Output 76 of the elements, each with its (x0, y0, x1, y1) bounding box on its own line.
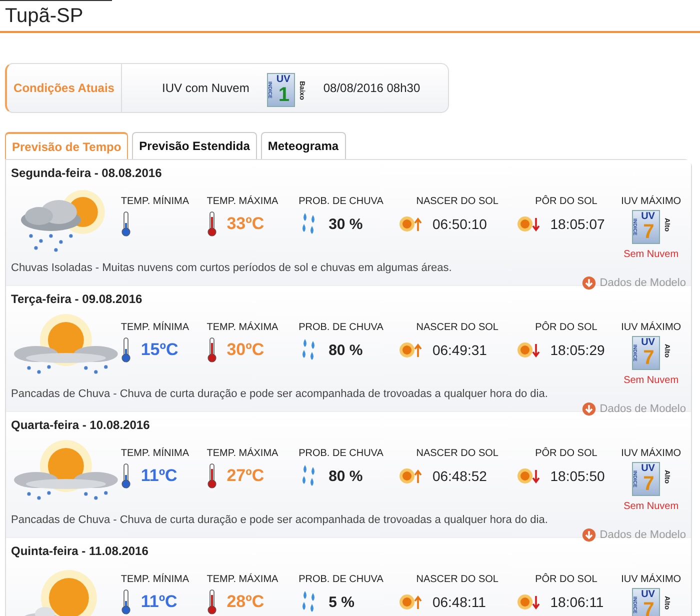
thermometer-icon (120, 211, 131, 237)
stat-value: 28ºC (226, 592, 264, 612)
day-date: Segunda-feira - 08.08.2016 (11, 166, 163, 180)
stat-label: TEMP. MÁXIMA (206, 448, 280, 459)
stat-label: PROB. DE CHUVA (298, 322, 384, 333)
stat-value: 5 % (328, 594, 354, 610)
stat-label: TEMP. MÍNIMA (120, 196, 190, 207)
thermometer-icon (206, 463, 217, 489)
stat-label: IUV MÁXIMO (621, 574, 682, 585)
thermometer-icon (206, 337, 217, 363)
stat-value: 80 % (328, 342, 363, 358)
uv-label: IUV com Nuvem (162, 81, 250, 95)
thermometer-icon (206, 589, 217, 615)
sunrise-icon (398, 467, 422, 485)
day-date: Terça-feira - 09.08.2016 (11, 292, 144, 306)
stat-value: 18:05:07 (550, 216, 605, 232)
stat-label: TEMP. MÁXIMA (206, 196, 280, 207)
stat-value: 06:48:52 (432, 468, 487, 484)
stat-value: 18:05:50 (550, 468, 605, 484)
stat-value: 30ºC (226, 340, 264, 360)
thermometer-icon (120, 337, 131, 363)
stat-value: 18:06:11 (550, 594, 604, 610)
forecast-description: Pancadas de Chuva - Chuva de curta duração e pode ser acompanhada de trovoadas a qualquer hora do dia. (11, 388, 549, 400)
stat-label: PROB. DE CHUVA (298, 574, 384, 585)
stat-label: TEMP. MÍNIMA (120, 322, 190, 333)
uv-note: Sem Nuvem (624, 501, 679, 512)
stat-label: PÔR DO SOL (534, 574, 598, 585)
stat-label: TEMP. MÁXIMA (206, 322, 280, 333)
uv-note: Sem Nuvem (624, 375, 679, 386)
stat-value: 11ºC (140, 592, 178, 612)
stat-label: PÔR DO SOL (534, 196, 598, 207)
stat-label: PROB. DE CHUVA (298, 448, 384, 459)
sunrise-icon (398, 215, 422, 233)
stat-label: TEMP. MÍNIMA (120, 448, 190, 459)
stat-label: NASCER DO SOL (415, 196, 500, 207)
stat-label: PÔR DO SOL (534, 448, 598, 459)
stat-label: PÔR DO SOL (534, 322, 598, 333)
observation-time: 08/08/2016 08h30 (323, 81, 420, 95)
sunrise-icon (398, 593, 422, 611)
stat-label: NASCER DO SOL (415, 322, 500, 333)
tab[interactable]: Previsão Estendida (132, 132, 257, 159)
thermometer-icon (120, 589, 131, 615)
stat-label: NASCER DO SOL (415, 448, 500, 459)
stat-label: TEMP. MÁXIMA (206, 574, 280, 585)
tab[interactable]: Previsão de Tempo (5, 132, 128, 159)
stat-label: IUV MÁXIMO (621, 322, 682, 333)
stat-label: PROB. DE CHUVA (298, 196, 384, 207)
current-conditions-label: Condições Atuais (7, 64, 122, 112)
thermometer-icon (120, 463, 131, 489)
stat-label: TEMP. MÍNIMA (120, 574, 190, 585)
sunset-icon (516, 593, 540, 611)
sunrise-icon (398, 341, 422, 359)
stat-value: 30 % (328, 216, 363, 232)
stat-value: 11ºC (140, 466, 178, 486)
stat-value: 06:50:10 (432, 216, 487, 232)
uv-note: Sem Nuvem (624, 249, 679, 260)
stat-value: 33ºC (226, 214, 264, 234)
stat-value: 06:49:31 (432, 342, 487, 358)
forecast-description: Chuvas Isoladas - Muitas nuvens com curtos períodos de sol e chuvas em algumas áreas. (11, 262, 453, 274)
stat-value: 80 % (328, 468, 363, 484)
day-date: Quinta-feira - 11.08.2016 (11, 544, 150, 558)
city-title: Tupã-SP (0, 1, 700, 33)
sunset-icon (516, 215, 540, 233)
stat-label: IUV MÁXIMO (621, 196, 682, 207)
tab[interactable]: Meteograma (260, 132, 346, 159)
stat-value: 15ºC (140, 340, 178, 360)
stat-value: 06:48:11 (432, 594, 486, 610)
day-date: Quarta-feira - 10.08.2016 (11, 418, 151, 432)
stat-value: 27ºC (226, 466, 264, 486)
stat-label: NASCER DO SOL (415, 574, 500, 585)
sunset-icon (516, 341, 540, 359)
stat-label: IUV MÁXIMO (621, 448, 682, 459)
sunset-icon (516, 467, 540, 485)
forecast-description: Pancadas de Chuva - Chuva de curta duração e pode ser acompanhada de trovoadas a qualquer hora do dia. (11, 514, 549, 526)
stat-value: 18:05:29 (550, 342, 605, 358)
thermometer-icon (206, 211, 217, 237)
